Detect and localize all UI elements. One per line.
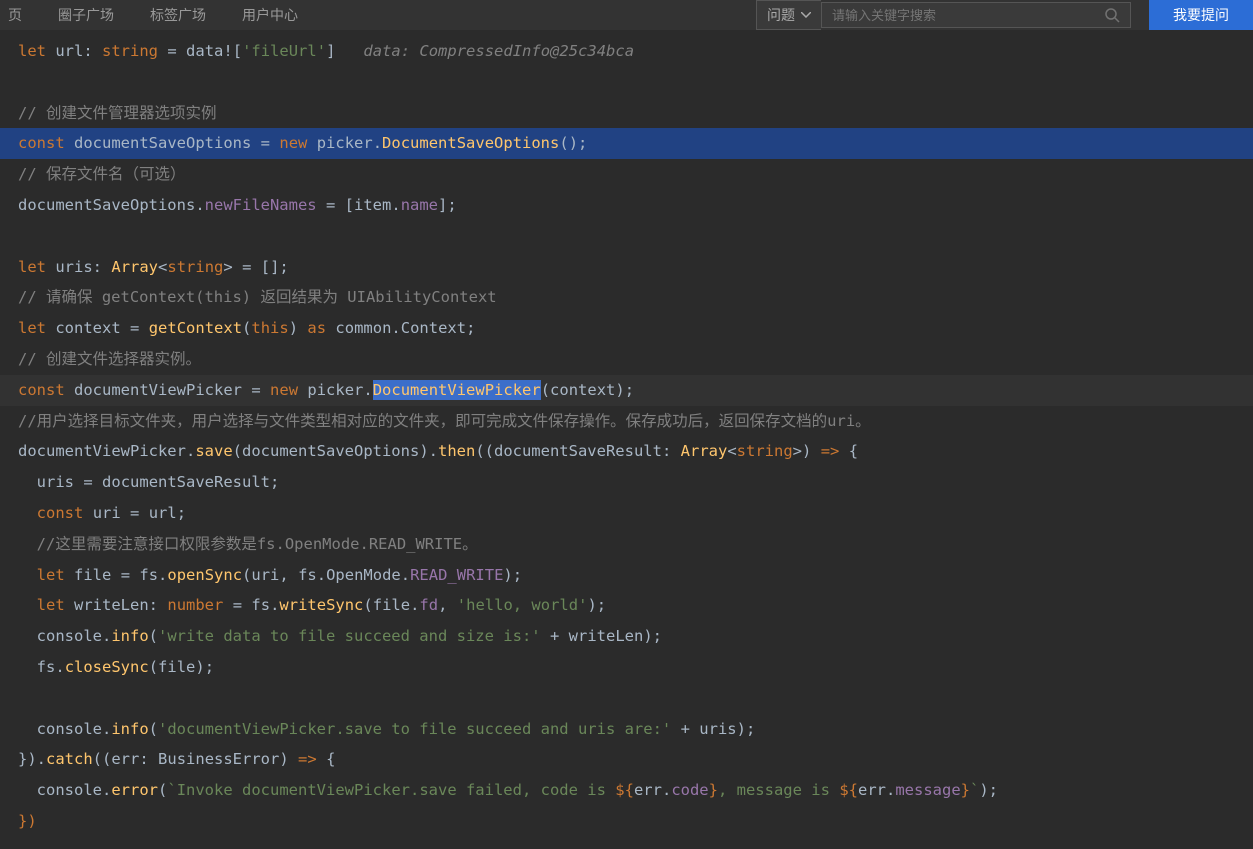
code-line: // 创建文件选择器实例。 [0, 344, 1253, 375]
search-type-dropdown[interactable]: 问题 [756, 0, 821, 30]
code-line: let uris: Array<string> = []; [0, 252, 1253, 283]
code-line: // 保存文件名（可选） [0, 159, 1253, 190]
nav-link-circles[interactable]: 圈子广场 [58, 5, 114, 25]
code-line [0, 67, 1253, 98]
code-line [0, 683, 1253, 714]
ask-button[interactable]: 我要提问 [1149, 0, 1253, 30]
code-line: documentSaveOptions.newFileNames = [item… [0, 190, 1253, 221]
code-line: let context = getContext(this) as common… [0, 313, 1253, 344]
code-line: const uri = url; [0, 498, 1253, 529]
nav-link-home[interactable]: 页 [8, 5, 22, 25]
code-line [0, 221, 1253, 252]
search-icon[interactable] [1104, 7, 1120, 23]
code-line-highlighted: const documentSaveOptions = new picker.D… [0, 128, 1253, 159]
code-line: //这里需要注意接口权限参数是fs.OpenMode.READ_WRITE。 [0, 529, 1253, 560]
code-line: let writeLen: number = fs.writeSync(file… [0, 590, 1253, 621]
code-line: documentViewPicker.save(documentSaveOpti… [0, 436, 1253, 467]
code-line: //用户选择目标文件夹，用户选择与文件类型相对应的文件夹，即可完成文件保存操作。… [0, 406, 1253, 437]
code-line: console.info('write data to file succeed… [0, 621, 1253, 652]
inline-hint: data: CompressedInfo@25c34bca [363, 42, 634, 60]
chevron-down-icon [801, 12, 811, 18]
selected-text: DocumentViewPicker [373, 380, 541, 400]
code-editor[interactable]: let url: string = data!['fileUrl'] data:… [0, 30, 1253, 837]
search-input[interactable] [832, 8, 1104, 23]
code-line: uris = documentSaveResult; [0, 467, 1253, 498]
search-box[interactable] [821, 2, 1131, 28]
code-line: let file = fs.openSync(uri, fs.OpenMode.… [0, 560, 1253, 591]
code-line: }).catch((err: BusinessError) => { [0, 744, 1253, 775]
nav-link-user[interactable]: 用户中心 [242, 5, 298, 25]
code-line-cursor: const documentViewPicker = new picker.Do… [0, 375, 1253, 406]
code-line: }) [0, 806, 1253, 837]
top-nav: 页 圈子广场 标签广场 用户中心 问题 我要提问 [0, 0, 1253, 30]
code-line: fs.closeSync(file); [0, 652, 1253, 683]
nav-link-tags[interactable]: 标签广场 [150, 5, 206, 25]
code-line: // 请确保 getContext(this) 返回结果为 UIAbilityC… [0, 282, 1253, 313]
code-line: let url: string = data!['fileUrl'] data:… [0, 36, 1253, 67]
dropdown-label: 问题 [767, 5, 795, 25]
code-line: // 创建文件管理器选项实例 [0, 98, 1253, 129]
code-line: console.info('documentViewPicker.save to… [0, 714, 1253, 745]
code-line: console.error(`Invoke documentViewPicker… [0, 775, 1253, 806]
